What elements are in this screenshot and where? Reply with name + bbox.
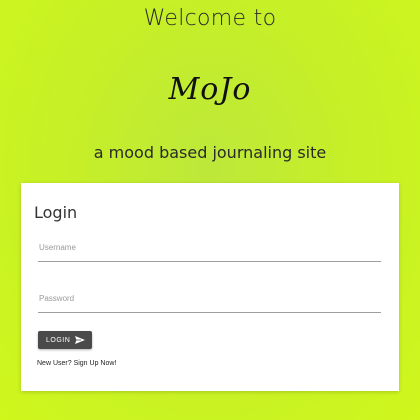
signup-link[interactable]: New User? Sign Up Now! <box>37 360 116 367</box>
login-card: Login LOGIN New User? Sign Up Now! <box>21 183 399 391</box>
login-button-label: LOGIN <box>46 336 71 344</box>
username-input[interactable] <box>38 242 381 262</box>
login-button[interactable]: LOGIN <box>38 331 92 349</box>
password-input[interactable] <box>38 293 381 313</box>
tagline: a mood based journaling site <box>93 143 327 162</box>
brand-logo-text: MoJo <box>168 72 252 107</box>
send-icon <box>75 336 85 344</box>
welcome-heading: Welcome to <box>143 6 277 31</box>
login-title: Login <box>34 203 78 222</box>
